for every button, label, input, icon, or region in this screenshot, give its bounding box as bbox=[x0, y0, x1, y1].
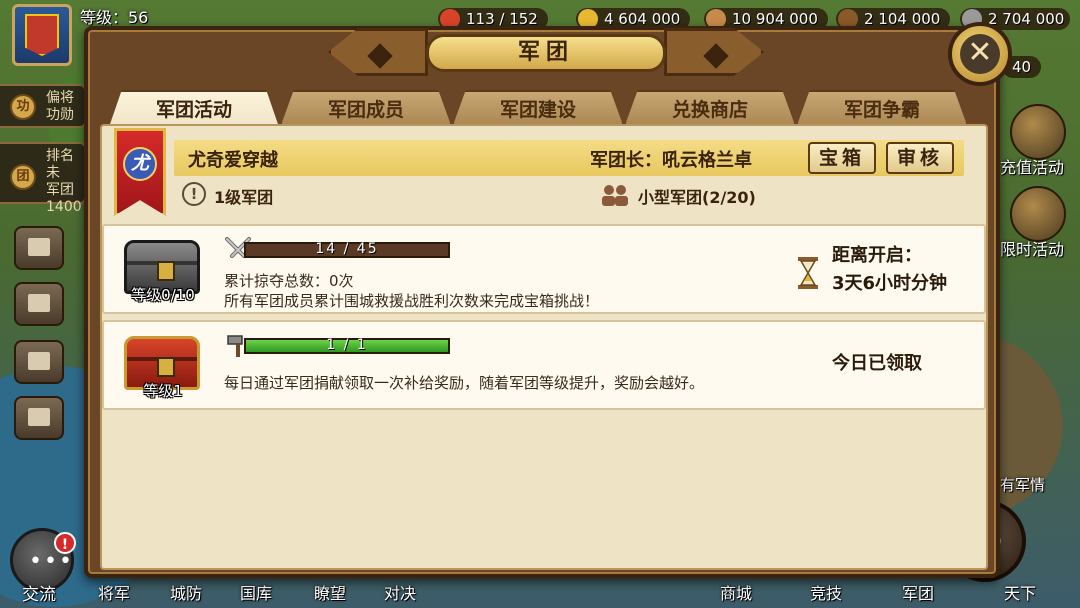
activity-card-daily-supply[interactable]: 等级1 1 / 1 每日通过军团捐献领取一次补给奖励，随着军团等级提升，奖励会越… bbox=[102, 320, 986, 410]
guild-size: 小型军团(2/20) bbox=[638, 188, 756, 207]
guild-level: 1级军团 bbox=[214, 188, 274, 207]
tab-exchange-shop[interactable]: 兑换商店 bbox=[624, 90, 796, 128]
notice-button[interactable] bbox=[14, 396, 64, 440]
chest-button[interactable]: 宝箱 bbox=[808, 142, 876, 174]
dialog-title-bar: 军团 bbox=[318, 26, 774, 76]
chat-alert-badge: ! bbox=[54, 532, 76, 554]
nav-treasury[interactable]: 国库 bbox=[240, 580, 272, 604]
countdown-value: 3天6小时分钟 bbox=[832, 273, 948, 294]
review-button[interactable]: 审核 bbox=[886, 142, 954, 174]
tab-legion-members[interactable]: 军团成员 bbox=[280, 90, 452, 128]
dialog-tabs: 军团活动 军团成员 军团建设 兑换商店 军团争霸 bbox=[108, 90, 988, 130]
guild-leader: 军团长：吼云格兰卓 bbox=[590, 150, 752, 171]
tab-legion-contest[interactable]: 军团争霸 bbox=[796, 90, 968, 128]
limited-activity-icon[interactable] bbox=[1010, 186, 1066, 242]
scroll-button[interactable] bbox=[14, 282, 64, 326]
progress-bar: 14 / 45 bbox=[244, 241, 450, 258]
progress-text: 1 / 1 bbox=[326, 337, 368, 353]
legion-dialog: 军团 军团活动 军团成员 军团建设 兑换商店 军团争霸 尤 尤奇爱穿越 军团长：… bbox=[84, 26, 1000, 578]
progress-bar: 1 / 1 bbox=[244, 337, 450, 354]
nav-world[interactable]: 天下 bbox=[1004, 580, 1036, 604]
nav-duel[interactable]: 对决 bbox=[384, 580, 416, 604]
activity-card-siege-chest[interactable]: 等级0/10 14 / 45 累计掠夺总数：0次 所有军团成员累计围城救援战胜利… bbox=[102, 224, 986, 314]
hourglass-icon bbox=[798, 257, 818, 289]
nav-defense[interactable]: 城防 bbox=[170, 580, 202, 604]
nav-legion[interactable]: 军团 bbox=[902, 580, 934, 604]
claimed-status: 今日已领取 bbox=[832, 353, 922, 374]
guild-stats-row: ! 1级军团 小型军团(2/20) bbox=[174, 180, 964, 210]
news-label[interactable]: 有军情 bbox=[1000, 474, 1045, 495]
title-ornament-right bbox=[664, 28, 764, 76]
countdown-label: 距离开启： bbox=[832, 245, 922, 266]
nav-watchtower[interactable]: 瞭望 bbox=[314, 580, 346, 604]
chat-label[interactable]: 交流 bbox=[22, 580, 56, 605]
calendar-button[interactable] bbox=[14, 340, 64, 384]
avatar-banner-icon bbox=[25, 14, 59, 56]
members-icon bbox=[602, 185, 628, 206]
close-icon: ✕ bbox=[960, 34, 1000, 74]
badge-icon: 功 bbox=[10, 94, 36, 120]
rank-card-guild[interactable]: 团 排名未 军团 1400 bbox=[0, 142, 86, 215]
tab-legion-building[interactable]: 军团建设 bbox=[452, 90, 624, 128]
chest-level-label: 等级0/10 bbox=[131, 286, 195, 304]
player-level: 等级：56 bbox=[80, 8, 149, 27]
badge-icon: 团 bbox=[10, 164, 36, 190]
activity-description: 所有军团成员累计围城救援战胜利次数来完成宝箱挑战！ bbox=[224, 292, 600, 310]
recharge-activity-label[interactable]: 充值活动 bbox=[1000, 154, 1064, 178]
rank-card-general[interactable]: 功 偏将 功勋 bbox=[0, 84, 86, 128]
nav-general[interactable]: 将军 bbox=[98, 580, 130, 604]
title-ornament-left bbox=[328, 28, 428, 76]
guild-emblem: 尤 bbox=[123, 147, 157, 181]
mail-button[interactable] bbox=[14, 226, 64, 270]
guild-info-header: 尤 尤奇爱穿越 军团长：吼云格兰卓 宝箱 审核 ! 1级军团 小型军团(2/20… bbox=[114, 128, 976, 216]
player-avatar[interactable] bbox=[12, 4, 72, 66]
guild-title-row: 尤奇爱穿越 军团长：吼云格兰卓 宝箱 审核 bbox=[174, 140, 964, 176]
guild-name: 尤奇爱穿越 bbox=[188, 150, 278, 171]
recharge-activity-icon[interactable] bbox=[1010, 104, 1066, 160]
nav-arena[interactable]: 竞技 bbox=[810, 580, 842, 604]
nav-shop[interactable]: 商城 bbox=[720, 580, 752, 604]
bottom-nav: 将军 城防 国库 瞭望 对决 商城 竞技 军团 天下 bbox=[0, 574, 1080, 608]
guild-banner: 尤 bbox=[114, 128, 166, 216]
close-dialog-button[interactable]: ✕ bbox=[948, 22, 1012, 86]
info-exclamation-icon: ! bbox=[182, 182, 206, 206]
tab-content-panel: 尤 尤奇爱穿越 军团长：吼云格兰卓 宝箱 审核 ! 1级军团 小型军团(2/20… bbox=[100, 124, 988, 570]
progress-text: 14 / 45 bbox=[315, 241, 379, 257]
dialog-title: 军团 bbox=[426, 34, 666, 72]
activity-description: 每日通过军团捐献领取一次补给奖励，随着军团等级提升，奖励会越好。 bbox=[224, 374, 705, 392]
chest-level-label: 等级1 bbox=[143, 382, 183, 400]
chat-bubble-icon: ••• bbox=[29, 549, 74, 574]
limited-activity-label[interactable]: 限时活动 bbox=[1000, 236, 1064, 260]
activity-stat-line: 累计掠夺总数：0次 bbox=[224, 272, 354, 290]
